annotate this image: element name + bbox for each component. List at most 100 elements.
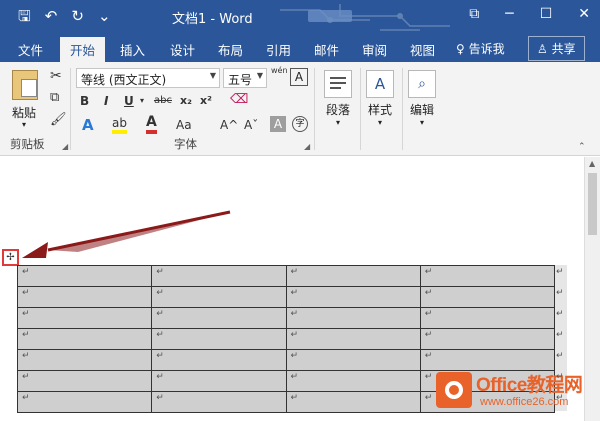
ribbon-home: 粘贴 ▾ ✂ ⧉ 🖌 剪贴板 ◢ 等线 (西文正文) ▼ 五号 ▼ wén A … <box>0 62 600 156</box>
subscript-button[interactable]: x₂ <box>180 94 192 107</box>
chevron-down-icon: ▾ <box>377 118 382 127</box>
font-size-select[interactable]: 五号 ▼ <box>223 68 267 88</box>
blurred-account-name <box>308 10 352 22</box>
table-cell[interactable]: ↵ <box>151 391 287 413</box>
maximize-icon[interactable]: ☐ <box>540 6 553 22</box>
table-row: ↵ ↵ ↵ ↵ <box>16 307 556 329</box>
styles-icon: A <box>366 70 394 98</box>
tell-me-box[interactable]: ♀ 告诉我 <box>456 40 505 57</box>
table-cell[interactable]: ↵ <box>285 307 421 329</box>
tab-layout[interactable]: 布局 <box>218 40 243 59</box>
minimize-icon[interactable]: ─ <box>505 6 513 22</box>
paste-icon[interactable] <box>12 70 38 100</box>
editing-button[interactable]: ⌕ 编辑 ▾ <box>406 70 438 127</box>
clear-formatting-icon[interactable]: ⌫ <box>230 92 248 107</box>
tab-design[interactable]: 设计 <box>170 40 195 59</box>
table-cell[interactable]: ↵ <box>285 349 421 371</box>
collapse-ribbon-icon[interactable]: ⌃ <box>578 142 586 152</box>
table-cell[interactable]: ↵ <box>16 307 153 329</box>
table-cell[interactable]: ↵ <box>151 349 287 371</box>
highlight-icon[interactable]: ab <box>112 116 127 134</box>
undo-icon[interactable]: ↶ <box>45 6 58 26</box>
font-color-icon[interactable]: A <box>146 114 157 134</box>
table-cell[interactable]: ↵ <box>419 307 556 329</box>
format-painter-icon[interactable]: 🖌 <box>50 112 67 127</box>
paragraph-icon <box>324 70 352 98</box>
shrink-font-button[interactable]: Aˇ <box>244 118 258 132</box>
table-cell[interactable]: ↵ <box>419 328 556 350</box>
superscript-button[interactable]: x² <box>200 94 212 107</box>
office-logo <box>436 372 472 408</box>
table-move-handle[interactable]: ✢ <box>2 249 19 266</box>
table-cell[interactable]: ↵ <box>151 307 287 329</box>
row-end-mark: ↵ <box>556 351 564 361</box>
underline-dropdown-icon[interactable]: ▾ <box>140 96 144 105</box>
tab-home[interactable]: 开始 <box>60 37 106 62</box>
ribbon-display-options-icon[interactable]: ⧉ <box>469 6 479 22</box>
table-cell[interactable]: ↵ <box>16 370 153 392</box>
save-icon[interactable]: 🖫 <box>18 6 31 26</box>
bold-button[interactable]: B <box>80 94 89 108</box>
table-cell[interactable]: ↵ <box>419 265 556 287</box>
redo-icon[interactable]: ↻ <box>71 6 84 26</box>
clipboard-group-label: 剪贴板 <box>10 137 45 151</box>
window-controls: ⧉ ─ ☐ ✕ <box>469 6 590 22</box>
row-end-mark: ↵ <box>556 288 564 298</box>
scroll-up-icon[interactable]: ▲ <box>589 159 595 168</box>
phonetic-guide-button[interactable]: wén <box>271 66 288 75</box>
ribbon-separator <box>314 68 315 150</box>
table-cell[interactable]: ↵ <box>151 286 287 308</box>
tab-insert[interactable]: 插入 <box>120 40 145 59</box>
table-row: ↵ ↵ ↵ ↵ <box>16 286 556 308</box>
cut-icon[interactable]: ✂ <box>50 68 62 84</box>
table-cell[interactable]: ↵ <box>16 391 153 413</box>
title-bar-decoration <box>280 4 450 31</box>
table-cell[interactable]: ↵ <box>285 265 421 287</box>
clipboard-launcher-icon[interactable]: ◢ <box>62 142 68 151</box>
watermark: Office教程网 www.office26.com <box>436 370 596 416</box>
table-cell[interactable]: ↵ <box>151 370 287 392</box>
underline-button[interactable]: U <box>124 94 134 108</box>
table-cell[interactable]: ↵ <box>16 328 153 350</box>
enclose-characters-button[interactable]: 字 <box>292 116 308 132</box>
table-cell[interactable]: ↵ <box>151 328 287 350</box>
paragraph-button[interactable]: 段落 ▾ <box>322 70 354 127</box>
customize-qat-icon[interactable]: ⌄ <box>98 6 111 26</box>
strikethrough-button[interactable]: abc <box>154 95 172 106</box>
table-cell[interactable]: ↵ <box>285 328 421 350</box>
close-icon[interactable]: ✕ <box>578 6 590 22</box>
font-size-value: 五号 <box>228 73 253 87</box>
tab-references[interactable]: 引用 <box>266 40 291 59</box>
styles-button[interactable]: A 样式 ▾ <box>364 70 396 127</box>
tab-mailings[interactable]: 邮件 <box>314 40 339 59</box>
character-border-button[interactable]: A <box>290 68 308 86</box>
character-shading-button[interactable]: A <box>270 116 286 132</box>
table-cell[interactable]: ↵ <box>16 286 153 308</box>
font-launcher-icon[interactable]: ◢ <box>304 142 310 151</box>
watermark-title: Office教程网 <box>476 375 583 396</box>
row-end-mark: ↵ <box>556 372 564 382</box>
chevron-down-icon: ▼ <box>256 71 263 80</box>
table-cell[interactable]: ↵ <box>285 391 421 413</box>
table-cell[interactable]: ↵ <box>419 349 556 371</box>
table-cell[interactable]: ↵ <box>419 286 556 308</box>
tab-review[interactable]: 审阅 <box>362 40 387 59</box>
table-cell[interactable]: ↵ <box>285 370 421 392</box>
paste-button-label[interactable]: 粘贴 <box>12 104 36 121</box>
tab-file[interactable]: 文件 <box>18 40 43 59</box>
table-cell[interactable]: ↵ <box>16 349 153 371</box>
italic-button[interactable]: I <box>104 94 108 108</box>
table-cell[interactable]: ↵ <box>151 265 287 287</box>
share-button[interactable]: ♙ 共享 <box>528 36 585 61</box>
text-effects-icon[interactable]: A <box>82 116 94 134</box>
table-cell[interactable]: ↵ <box>16 265 153 287</box>
scroll-thumb[interactable] <box>588 173 597 235</box>
font-name-select[interactable]: 等线 (西文正文) ▼ <box>76 68 220 88</box>
copy-icon[interactable]: ⧉ <box>50 90 59 105</box>
paste-dropdown-icon[interactable]: ▾ <box>22 120 26 129</box>
change-case-button[interactable]: Aa <box>176 118 192 132</box>
table-cell[interactable]: ↵ <box>285 286 421 308</box>
editing-label: 编辑 <box>409 103 434 117</box>
tab-view[interactable]: 视图 <box>410 40 435 59</box>
grow-font-button[interactable]: A^ <box>220 118 238 132</box>
